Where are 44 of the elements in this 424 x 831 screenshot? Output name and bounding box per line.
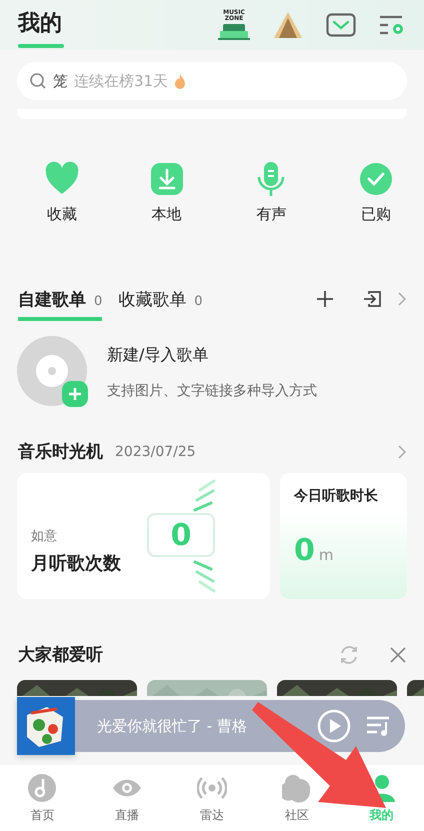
tent-icon[interactable] bbox=[272, 10, 304, 40]
play-icon[interactable] bbox=[317, 709, 351, 743]
playlist-tab[interactable]: 收藏歌单 0 bbox=[118, 288, 203, 320]
music-note-icon bbox=[27, 772, 58, 802]
mail-icon[interactable] bbox=[326, 13, 356, 37]
quick-action[interactable]: 已购 bbox=[358, 161, 394, 224]
search-field[interactable]: 笼 连续在榜31天 bbox=[17, 62, 407, 100]
quick-action[interactable]: 有声 bbox=[253, 161, 290, 224]
chevron-right-icon[interactable] bbox=[398, 292, 406, 306]
disc-add-icon bbox=[17, 336, 89, 408]
add-icon[interactable] bbox=[316, 290, 334, 308]
section-title: 大家都爱听 bbox=[18, 644, 103, 666]
playlist-icon[interactable] bbox=[365, 714, 391, 738]
nav-tab[interactable]: 雷达 bbox=[196, 772, 227, 824]
song-title: 光爱你就很忙了 - 曹格 bbox=[97, 716, 248, 736]
page-title: 我的 bbox=[18, 10, 63, 38]
create-playlist-title: 新建/导入歌单 bbox=[107, 344, 210, 366]
create-playlist-row[interactable]: 新建/导入歌单 支持图片、文字链接多种导入方式 bbox=[0, 332, 424, 412]
unit-label: m bbox=[318, 546, 334, 564]
nav-tab[interactable]: 社区 bbox=[282, 772, 312, 824]
flame-icon bbox=[174, 73, 186, 89]
import-icon[interactable] bbox=[362, 290, 382, 308]
close-icon[interactable] bbox=[390, 646, 406, 662]
quick-action[interactable]: 收藏 bbox=[44, 161, 80, 224]
search-icon bbox=[29, 72, 47, 90]
section-title: 音乐时光机 bbox=[18, 441, 103, 463]
refresh-icon[interactable] bbox=[338, 644, 360, 666]
playlist-tab[interactable]: 自建歌单 0 bbox=[18, 288, 102, 320]
card-caption: 如意 bbox=[31, 528, 58, 545]
monthly-plays-card[interactable]: 如意 月听歌次数 0 bbox=[17, 473, 270, 599]
chevron-right-icon[interactable] bbox=[398, 444, 406, 458]
listening-time-card[interactable]: 今日听歌时长 0 m bbox=[280, 473, 407, 599]
card-label: 月听歌次数 bbox=[31, 552, 121, 575]
create-playlist-subtitle: 支持图片、文字链接多种导入方式 bbox=[107, 382, 317, 400]
card-label: 今日听歌时长 bbox=[294, 487, 379, 505]
listening-minutes: 0 bbox=[294, 533, 315, 568]
date-label: 2023/07/25 bbox=[115, 444, 196, 460]
bubble-icon bbox=[282, 772, 312, 802]
play-count: 0 bbox=[147, 513, 215, 557]
settings-icon[interactable] bbox=[378, 14, 406, 36]
quick-action[interactable]: 本地 bbox=[148, 161, 185, 224]
nav-tab[interactable]: 首页 bbox=[27, 772, 58, 824]
nav-tab[interactable]: 直播 bbox=[112, 772, 142, 824]
album-cover-drawing[interactable] bbox=[17, 697, 75, 755]
